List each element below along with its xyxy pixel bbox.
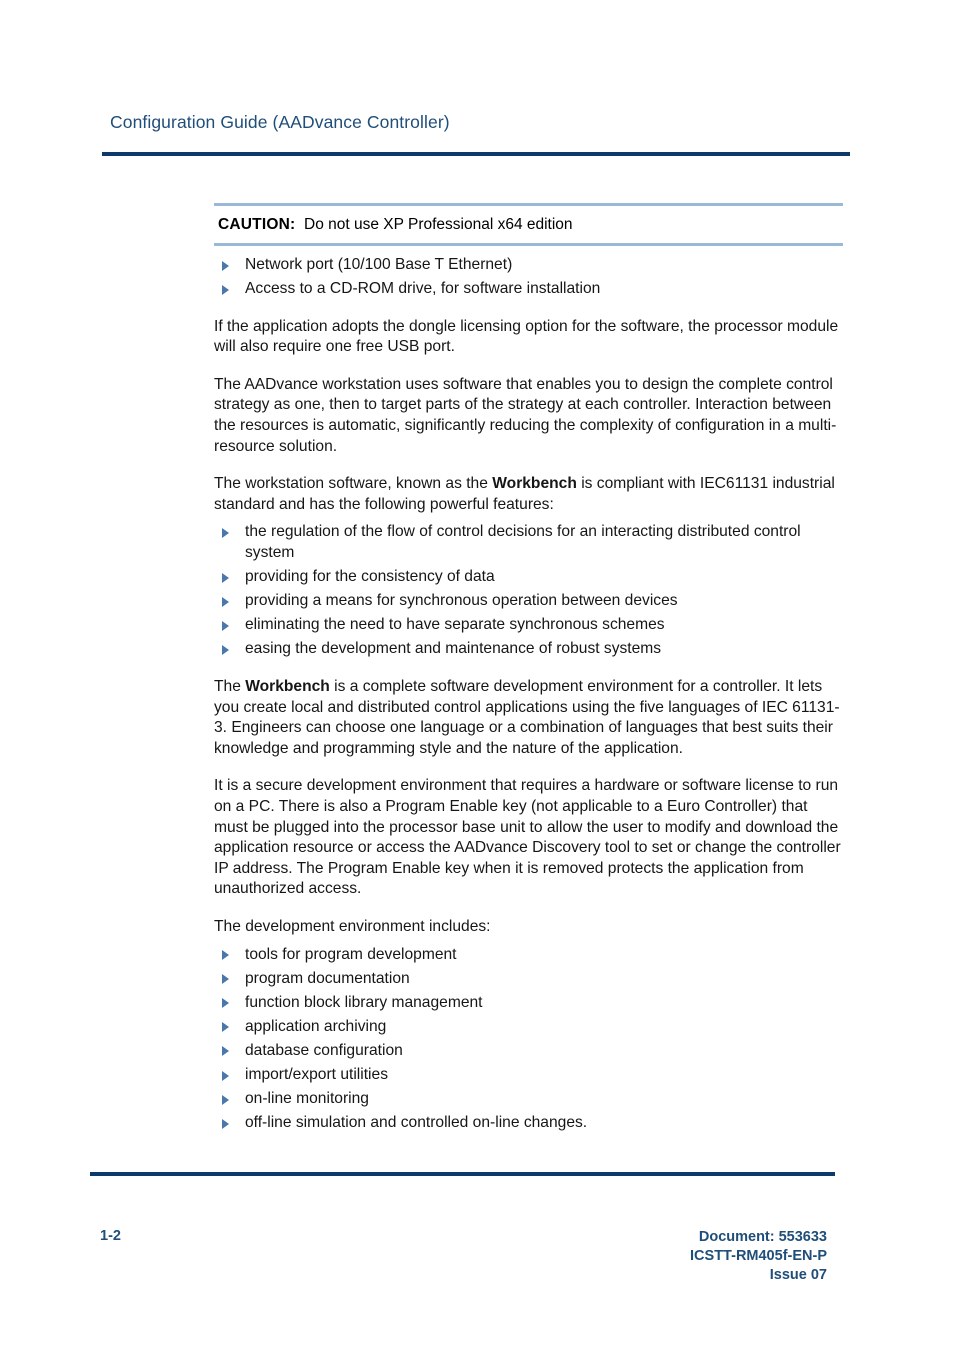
list-item-label: function block library management [245,993,483,1011]
list-item-label: import/export utilities [245,1066,388,1083]
bullet-triangle-icon [222,974,229,985]
paragraph-secure-block: It is a secure development environment t… [214,776,844,900]
footer-divider-rule [90,1172,835,1176]
bullet-triangle-icon [222,527,229,538]
list-item: Network port (10/100 Base T Ethernet) [214,255,844,276]
list-item-label: the regulation of the flow of control de… [245,523,801,562]
paragraph-workbench-desc: The Workbench is a complete software dev… [214,677,844,759]
list-item: tools for program development [214,945,844,966]
paragraph-workstation-block: The AADvance workstation uses software t… [214,375,844,457]
list-item: the regulation of the flow of control de… [214,522,844,563]
bullet-triangle-icon [222,1094,229,1105]
list-item-label: application archiving [245,1017,387,1035]
paragraph-dongle: If the application adopts the dongle lic… [214,317,839,356]
list-item-label: Network port (10/100 Base T Ethernet) [245,256,513,273]
features-list: the regulation of the flow of control de… [214,522,844,660]
list-item-label: Access to a CD-ROM drive, for software i… [245,280,601,298]
dev-environment-list: tools for program development program do… [214,945,844,1134]
bullet-triangle-icon [222,950,229,961]
list-item: function block library management [214,993,844,1014]
list-item-label: database configuration [245,1041,403,1059]
bullet-triangle-icon [222,644,229,655]
bullet-triangle-icon [222,620,229,631]
caution-text: Do not use XP Professional x64 edition [304,216,573,233]
list-item: program documentation [214,969,844,990]
requirements-list: Network port (10/100 Base T Ethernet) Ac… [214,255,844,300]
list-item: easing the development and maintenance o… [214,639,844,660]
bullet-triangle-icon [222,572,229,583]
footer-part-number: ICSTT-RM405f-EN-P [690,1248,827,1264]
list-item-label: on-line monitoring [245,1090,369,1108]
list-item: import/export utilities [214,1065,844,1086]
workbench-desc-pre: The [214,678,246,695]
bullet-triangle-icon [222,1046,229,1057]
bullet-triangle-icon [222,284,229,295]
list-item-label: providing for the consistency of data [245,568,495,586]
bullet-triangle-icon [222,1118,229,1129]
list-item: on-line monitoring [214,1089,844,1110]
list-item: off-line simulation and controlled on-li… [214,1113,844,1134]
footer-document-id: Document: 553633 [698,1229,827,1245]
paragraph-workbench-desc-block: The Workbench is a complete software dev… [214,677,844,759]
list-item-label: program documentation [245,969,410,987]
footer-issue: Issue 07 [769,1267,827,1283]
paragraph-dev-env-block: The development environment includes: [214,917,844,938]
list-item: database configuration [214,1041,844,1062]
header-divider-rule [102,152,850,156]
paragraph-secure-environment: It is a secure development environment t… [214,777,841,898]
list-item-label: off-line simulation and controlled on-li… [245,1114,588,1132]
paragraph-workbench-intro-block: The workstation software, known as the W… [214,474,844,515]
list-item-label: eliminating the need to have separate sy… [245,616,665,634]
bullet-triangle-icon [222,1022,229,1033]
list-item-label: easing the development and maintenance o… [245,640,662,658]
list-item: providing a means for synchronous operat… [214,591,844,612]
list-item-label: tools for program development [245,945,457,963]
bullet-triangle-icon [222,596,229,607]
footer-document-meta: Document: 553633 ICSTT-RM405f-EN-P Issue… [690,1228,827,1285]
footer-page-number: 1-2 [100,1228,121,1244]
caution-label: CAUTION: [218,216,296,233]
paragraph-workbench-intro: The workstation software, known as the W… [214,474,844,515]
list-item: Access to a CD-ROM drive, for software i… [214,279,844,300]
bullet-triangle-icon [222,1070,229,1081]
caution-bottom-rule [214,243,843,246]
page-content: CAUTION: Do not use XP Professional x64 … [214,203,844,1137]
workbench-term-bold: Workbench [492,475,577,493]
bullet-triangle-icon [222,998,229,1009]
paragraph-workstation: The AADvance workstation uses software t… [214,375,837,455]
caution-body: CAUTION: Do not use XP Professional x64 … [214,206,844,243]
workbench-term-bold: Workbench [245,678,330,695]
list-item: providing for the consistency of data [214,567,844,588]
paragraph-dev-environment: The development environment includes: [214,917,491,935]
list-item: application archiving [214,1017,844,1038]
caution-box: CAUTION: Do not use XP Professional x64 … [214,203,844,246]
paragraph-dongle-block: If the application adopts the dongle lic… [214,317,844,358]
workbench-intro-pre: The workstation software, known as the [214,475,493,493]
list-item-label: providing a means for synchronous operat… [245,592,678,610]
list-item: eliminating the need to have separate sy… [214,615,844,636]
bullet-triangle-icon [222,260,229,271]
document-page: Configuration Guide (AADvance Controller… [0,0,954,1349]
page-header-title: Configuration Guide (AADvance Controller… [110,112,450,132]
